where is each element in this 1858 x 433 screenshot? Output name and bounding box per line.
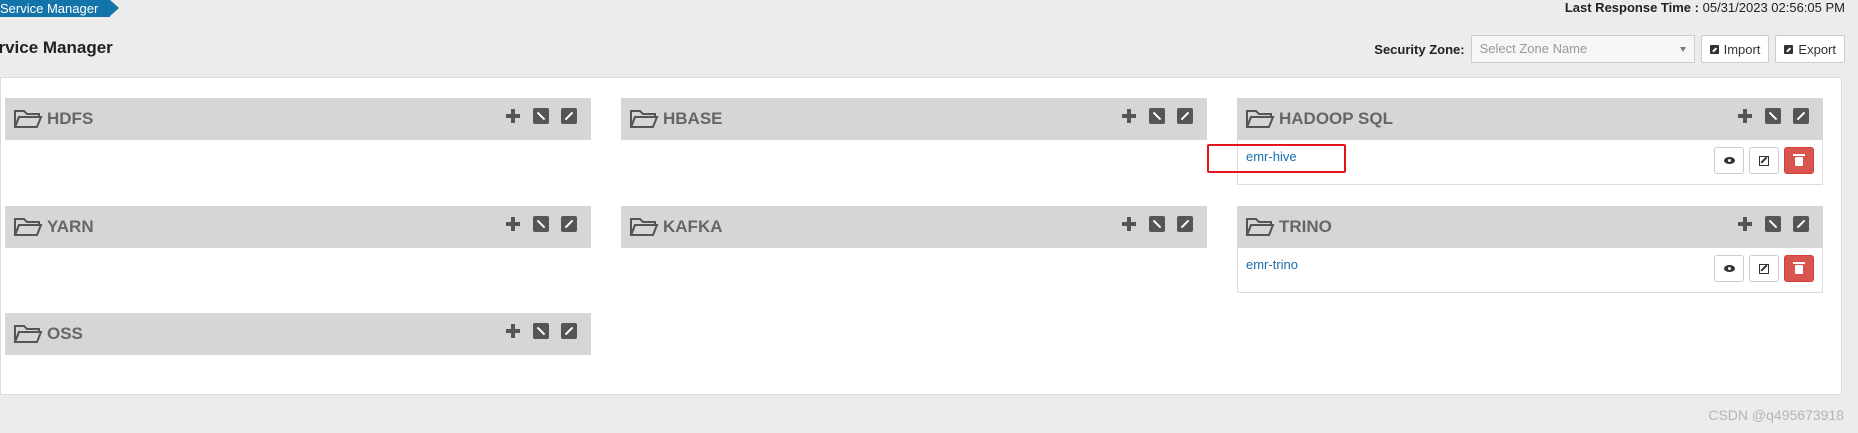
service-name: HDFS <box>47 109 94 128</box>
service-oss: OSS <box>5 313 591 355</box>
edit-square-icon[interactable] <box>533 323 549 339</box>
service-name: HADOOP SQL <box>1279 109 1393 128</box>
plus-icon[interactable] <box>1737 216 1753 232</box>
service-name: YARN <box>47 217 94 236</box>
edit-square-icon[interactable] <box>533 108 549 124</box>
page-title: ervice Manager <box>0 38 113 57</box>
service-name: HBASE <box>663 109 723 128</box>
delete-button[interactable] <box>1784 147 1814 174</box>
external-link-icon[interactable] <box>1793 108 1809 124</box>
service-header: HADOOP SQL <box>1237 98 1823 140</box>
service-name: TRINO <box>1279 217 1332 236</box>
service-name: KAFKA <box>663 217 723 236</box>
last-response-time: Last Response Time : 05/31/2023 02:56:05… <box>1565 0 1845 15</box>
chevron-down-icon <box>1679 47 1686 52</box>
folder-open-icon <box>1245 110 1275 128</box>
external-link-icon[interactable] <box>1177 108 1193 124</box>
security-zone-select[interactable]: Select Zone Name <box>1470 35 1695 63</box>
service-header: HBASE <box>621 98 1207 140</box>
service-header: TRINO <box>1237 206 1823 248</box>
plus-icon[interactable] <box>1121 216 1137 232</box>
service-instance-link[interactable]: emr-trino <box>1246 257 1298 272</box>
service-name: OSS <box>47 324 83 343</box>
folder-open-icon <box>13 218 43 236</box>
breadcrumb-label: Service Manager <box>0 1 99 16</box>
plus-icon[interactable] <box>505 216 521 232</box>
external-link-icon[interactable] <box>561 323 577 339</box>
edit-button[interactable] <box>1749 255 1779 282</box>
import-button-label: Import <box>1723 41 1761 57</box>
service-header: OSS <box>5 313 591 355</box>
edit-button[interactable] <box>1749 147 1779 174</box>
eye-icon <box>1723 265 1735 272</box>
security-zone-label: Security Zone: <box>1374 41 1465 57</box>
import-icon <box>1709 44 1719 54</box>
edit-square-icon[interactable] <box>1149 216 1165 232</box>
plus-icon[interactable] <box>505 323 521 339</box>
service-yarn: YARN <box>5 206 591 248</box>
edit-square-icon[interactable] <box>1765 108 1781 124</box>
service-header: KAFKA <box>621 206 1207 248</box>
annotation-highlight-box <box>1207 144 1346 173</box>
export-icon <box>1784 44 1794 54</box>
trash-icon <box>1793 262 1805 274</box>
folder-open-icon <box>629 218 659 236</box>
plus-icon[interactable] <box>1121 108 1137 124</box>
edit-square-icon[interactable] <box>1149 108 1165 124</box>
service-header: HDFS <box>5 98 591 140</box>
service-header: YARN <box>5 206 591 248</box>
last-response-value: 05/31/2023 02:56:05 PM <box>1702 0 1845 15</box>
folder-open-icon <box>1245 218 1275 236</box>
security-zone-placeholder: Select Zone Name <box>1479 41 1588 56</box>
watermark: CSDN @q495673918 <box>1708 407 1844 423</box>
external-link-icon[interactable] <box>1177 216 1193 232</box>
folder-open-icon <box>629 110 659 128</box>
service-hbase: HBASE <box>621 98 1207 140</box>
pencil-icon <box>1759 155 1769 166</box>
view-button[interactable] <box>1714 255 1744 282</box>
eye-icon <box>1723 157 1735 164</box>
export-button-label: Export <box>1798 41 1836 57</box>
folder-open-icon <box>13 325 43 343</box>
service-kafka: KAFKA <box>621 206 1207 248</box>
service-instance-row: emr-trino <box>1237 248 1823 293</box>
import-button[interactable]: Import <box>1700 35 1770 63</box>
trash-icon <box>1793 154 1805 166</box>
service-hdfs: HDFS <box>5 98 591 140</box>
security-zone-toolbar: Security Zone: Select Zone Name Import E… <box>1374 35 1845 63</box>
view-button[interactable] <box>1714 147 1744 174</box>
external-link-icon[interactable] <box>561 216 577 232</box>
breadcrumb[interactable]: Service Manager <box>0 0 119 17</box>
service-trino: TRINO emr-trino <box>1237 206 1823 293</box>
edit-square-icon[interactable] <box>1765 216 1781 232</box>
last-response-label: Last Response Time : <box>1564 0 1699 15</box>
plus-icon[interactable] <box>1737 108 1753 124</box>
external-link-icon[interactable] <box>1793 216 1809 232</box>
pencil-icon <box>1759 263 1769 274</box>
delete-button[interactable] <box>1784 255 1814 282</box>
plus-icon[interactable] <box>505 108 521 124</box>
external-link-icon[interactable] <box>561 108 577 124</box>
edit-square-icon[interactable] <box>533 216 549 232</box>
folder-open-icon <box>13 110 43 128</box>
export-button[interactable]: Export <box>1775 35 1845 63</box>
